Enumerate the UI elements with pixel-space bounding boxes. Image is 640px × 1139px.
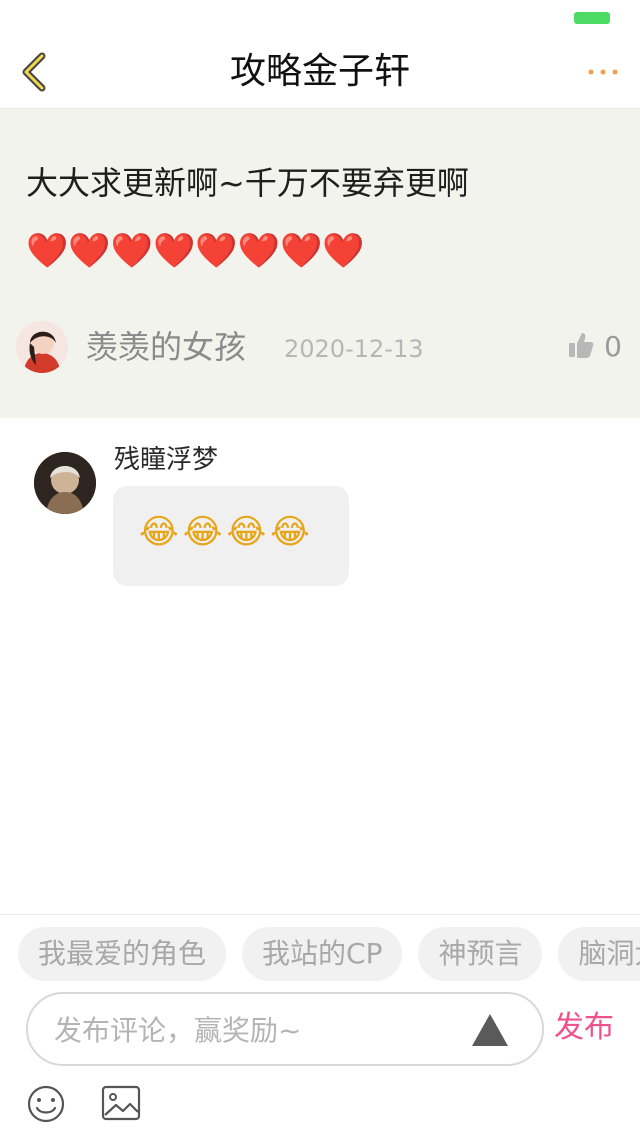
post-body: 大大求更新啊~千万不要弃更啊	[26, 164, 469, 202]
avatar[interactable]	[34, 452, 96, 514]
more-dots-icon	[588, 69, 618, 75]
nav-bar: 攻略金子轩	[0, 36, 640, 108]
status-bar	[0, 0, 640, 36]
composer-toolbar	[0, 1078, 640, 1138]
avatar-image	[16, 321, 68, 373]
reply-author-name[interactable]: 残瞳浮梦	[114, 442, 218, 478]
triangle-icon	[472, 1014, 508, 1046]
triangle-button[interactable]	[470, 1012, 510, 1048]
heart-emoji: ❤️❤️❤️❤️❤️❤️❤️❤️	[26, 231, 365, 271]
thumbs-up-icon	[569, 333, 594, 358]
avatar[interactable]	[16, 321, 68, 373]
image-icon	[101, 1085, 141, 1121]
tag-chip[interactable]: 神预言	[418, 927, 543, 981]
reply-item: 残瞳浮梦 😂😂😂😂	[0, 436, 640, 596]
publish-button[interactable]: 发布	[554, 1004, 614, 1052]
comment-input[interactable]	[54, 1006, 464, 1054]
post-text: 大大求更新啊~千万不要弃更啊 ❤️❤️❤️❤️❤️❤️❤️❤️	[26, 149, 616, 285]
like-button[interactable]: 0	[534, 329, 624, 365]
tag-chip[interactable]: 我站的CP	[242, 927, 403, 981]
emoji-smile-icon	[27, 1085, 65, 1123]
reply-content: 😂😂😂😂	[139, 512, 314, 552]
avatar-image	[34, 452, 96, 514]
page-title: 攻略金子轩	[229, 51, 410, 92]
tag-row: 我最爱的角色我站的CP 神预言脑洞大开	[18, 927, 640, 981]
tag-chip[interactable]: 我最爱的角色	[18, 927, 227, 981]
tag-strip: 我最爱的角色我站的CP 神预言脑洞大开	[0, 914, 640, 984]
post-date: 2020-12-13	[284, 335, 424, 363]
author-row: 羡羡的女孩 2020-12-13 0	[16, 321, 624, 377]
reply-bubble: 😂😂😂😂	[113, 486, 349, 586]
like-count: 0	[604, 330, 622, 363]
author-name[interactable]: 羡羡的女孩	[86, 325, 246, 369]
battery-icon	[574, 12, 610, 24]
emoji-button[interactable]	[26, 1084, 66, 1124]
more-button[interactable]	[586, 60, 620, 84]
tag-chip[interactable]: 脑洞大开	[558, 927, 640, 981]
image-button[interactable]	[100, 1084, 142, 1122]
post-card: 大大求更新啊~千万不要弃更啊 ❤️❤️❤️❤️❤️❤️❤️❤️ 羡羡的女孩 20…	[0, 108, 640, 418]
comment-bar	[26, 992, 544, 1066]
